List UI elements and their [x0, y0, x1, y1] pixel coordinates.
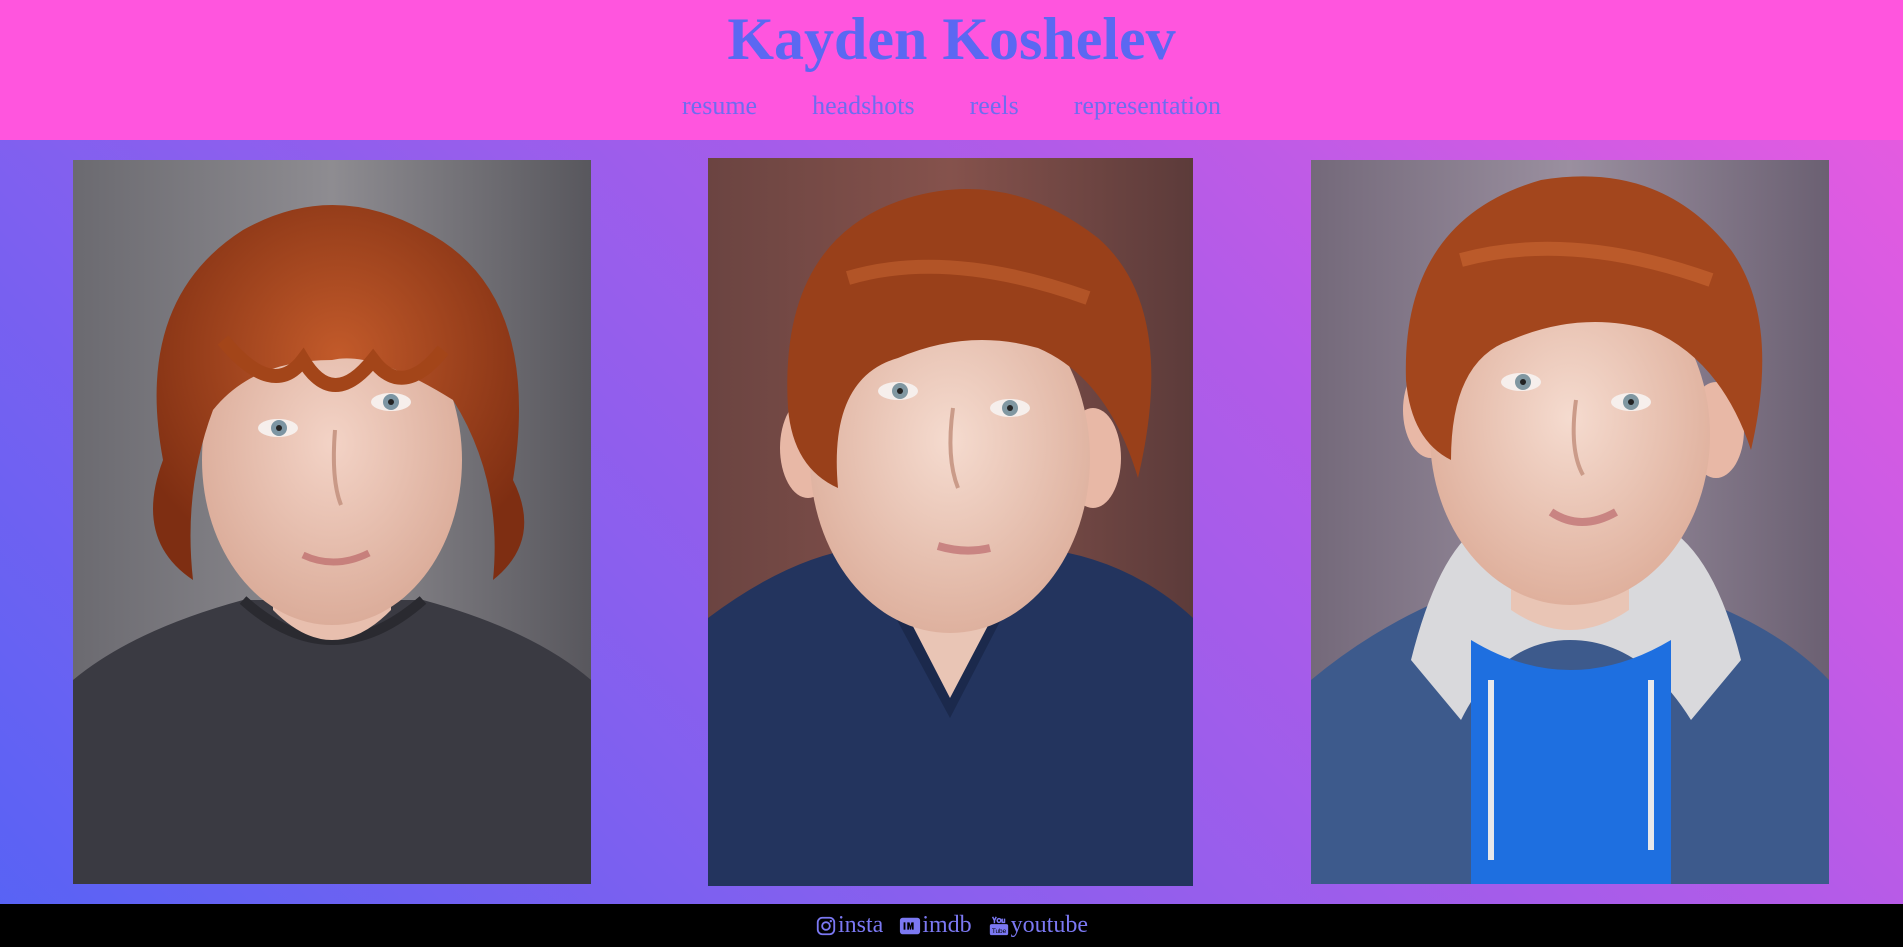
headshot-photo-3[interactable] [1311, 160, 1829, 884]
main-nav: resume headshots reels representation [0, 88, 1903, 124]
youtube-icon: Tube [988, 915, 1010, 937]
page: Kayden Koshelev resume headshots reels r… [0, 0, 1903, 947]
footer-link-insta[interactable]: insta [815, 912, 883, 939]
svg-text:Tube: Tube [991, 927, 1006, 934]
site-header: Kayden Koshelev resume headshots reels r… [0, 0, 1903, 140]
headshot-photo-1[interactable] [73, 160, 591, 884]
instagram-icon [815, 915, 837, 937]
site-title: Kayden Koshelev [727, 6, 1176, 72]
footer-link-imdb-label: imdb [922, 912, 972, 938]
footer-link-imdb[interactable]: imdb [899, 912, 972, 939]
site-footer: insta imdb Tube youtube [0, 904, 1903, 947]
nav-link-representation[interactable]: representation [1074, 88, 1221, 124]
footer-link-youtube-label: youtube [1010, 912, 1088, 938]
headshot-photo-2[interactable] [708, 158, 1193, 886]
footer-link-youtube[interactable]: Tube youtube [988, 912, 1088, 939]
headshot-image-2 [708, 158, 1193, 886]
headshot-image-1 [73, 160, 591, 884]
nav-link-resume[interactable]: resume [682, 88, 757, 124]
footer-link-insta-label: insta [838, 912, 884, 938]
imdb-icon [899, 915, 921, 937]
nav-link-headshots[interactable]: headshots [812, 88, 915, 124]
headshot-image-3 [1311, 160, 1829, 884]
nav-link-reels[interactable]: reels [970, 88, 1019, 124]
